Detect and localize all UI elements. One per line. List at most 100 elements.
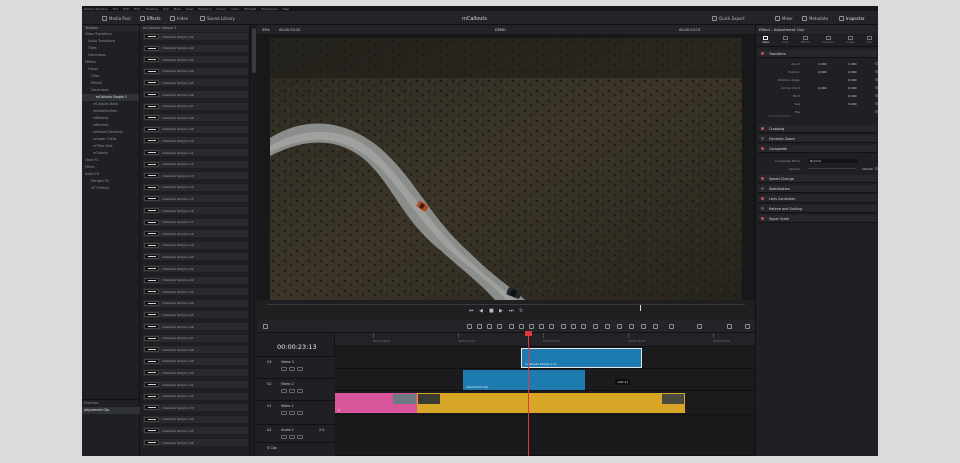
effect-item[interactable]: mCallouts Simple 1.09 [143, 125, 248, 133]
enable-dot[interactable] [761, 52, 764, 55]
timeline-tool-icon[interactable] [549, 324, 554, 329]
timeline-tool-icon[interactable] [605, 324, 610, 329]
clip-v1-yellow[interactable] [417, 393, 685, 413]
effect-item[interactable]: mCallouts Simple 1.14 [143, 183, 248, 191]
effect-item[interactable]: mCallouts Simple 1.07 [143, 102, 248, 110]
effect-item[interactable]: mCallouts Simple 1.30 [143, 369, 248, 377]
effects-scrollbar[interactable] [252, 28, 256, 453]
timeline-tool-icon[interactable] [477, 324, 482, 329]
inspector-section[interactable]: Stabilization [758, 185, 877, 193]
track-control-icon[interactable] [281, 411, 287, 415]
track-control-icon[interactable] [297, 435, 303, 439]
x-value[interactable]: 1.000 [818, 62, 827, 66]
tree-item[interactable]: mCallouts Basic [82, 101, 139, 108]
effect-item[interactable]: mCallouts Simple 1.16 [143, 207, 248, 214]
tree-item[interactable]: Open FX [82, 157, 139, 164]
skip-back-icon[interactable]: ⏮ [469, 309, 474, 314]
inspector-section[interactable]: Speed Change [758, 175, 877, 183]
inspector-tab[interactable]: Audio [781, 35, 789, 44]
sound-library-button[interactable]: Sound Library [200, 14, 235, 22]
menu-item[interactable]: Help [282, 7, 289, 11]
transform-row[interactable]: Anchor Point 0.000 0.000 [758, 84, 878, 91]
timeline-tool-icon[interactable] [487, 324, 492, 329]
timeline-tool-icon[interactable] [745, 324, 750, 329]
tree-item[interactable]: mButtons [82, 115, 139, 122]
effect-item[interactable]: mCallouts Simple 1.04 [143, 67, 248, 75]
timeline-tool-icon[interactable] [697, 324, 702, 329]
effect-item[interactable]: mCallouts Simple 1.17 [143, 218, 248, 226]
track-control-icon[interactable] [281, 435, 287, 439]
menu-item[interactable]: Color [231, 7, 239, 11]
effect-item[interactable]: mCallouts Simple 1.21 [143, 265, 248, 272]
tree-item[interactable]: mLower Thirds [82, 136, 139, 143]
metadata-button[interactable]: Metadata [802, 14, 828, 22]
timeline-tool-icon[interactable] [641, 324, 646, 329]
mixer-button[interactable]: Mixer [775, 14, 793, 22]
inspector-section[interactable]: Lens Correction [758, 195, 877, 203]
timeline-tool-icon[interactable] [467, 324, 472, 329]
tree-item[interactable]: Titles [82, 73, 139, 80]
clip-v3-callout[interactable]: mCallouts Simple 1.13 [521, 348, 642, 368]
transform-row[interactable]: Rotation Angle 0.000 [758, 76, 878, 83]
menu-item[interactable]: Trim [134, 7, 140, 11]
timeline-tool-icon[interactable] [669, 324, 674, 329]
effect-item[interactable]: mCallouts Simple 1.34 [143, 415, 248, 423]
effect-item[interactable]: mCallouts Simple 1.24 [143, 299, 248, 307]
composite-mode-row[interactable]: Composite Mode Normal [758, 157, 877, 164]
tree-item[interactable]: VST Effects [82, 185, 139, 192]
inspector-tab[interactable]: Transition [822, 35, 835, 44]
y-value[interactable]: 1.000 [848, 62, 857, 66]
track-control-icon[interactable] [281, 389, 287, 393]
inspector-tab[interactable]: Image [847, 35, 855, 44]
menu-item[interactable]: File [113, 7, 118, 11]
timeline-tool-icon[interactable] [497, 324, 502, 329]
tree-item[interactable]: mTitles Sets [82, 143, 139, 150]
timeline-tool-icon[interactable] [727, 324, 732, 329]
enable-dot[interactable] [761, 197, 764, 200]
tree-item[interactable]: Filters [82, 164, 139, 171]
effect-item[interactable]: mCallouts Simple 1.32 [143, 392, 248, 400]
opacity-value[interactable]: 100.00 [862, 167, 873, 171]
play-icon[interactable]: ▶ [499, 309, 503, 314]
menu-item[interactable]: DaVinci Resolve [84, 7, 108, 11]
timeline-tool-icon[interactable] [519, 324, 524, 329]
effect-item[interactable]: mCallouts Simple 1.22 [143, 276, 248, 284]
quick-export-button[interactable]: Quick Export [712, 14, 745, 22]
y-value[interactable]: 0.000 [848, 78, 857, 82]
menu-item[interactable]: Workspace [261, 7, 277, 11]
menu-item[interactable]: Fusion [217, 7, 227, 11]
inspector-section[interactable]: Super Scale [758, 215, 877, 223]
scroll-thumb[interactable] [252, 28, 256, 73]
transform-row[interactable]: Pitch 0.000 [758, 92, 878, 99]
track-control-icon[interactable] [297, 367, 303, 371]
effect-item[interactable]: mCallouts Simple 1.33 [143, 404, 248, 412]
tree-item[interactable]: mReveals [82, 122, 139, 129]
effect-item[interactable]: mCallouts Simple 1.12 [143, 160, 248, 168]
x-value[interactable]: 0.000 [818, 86, 827, 90]
effect-item[interactable]: mCallouts Simple 1.08 [143, 114, 248, 122]
tree-item[interactable]: Titles [82, 45, 139, 52]
tree-item[interactable]: Generators [82, 87, 139, 94]
tree-item[interactable]: Audio FX [82, 171, 139, 178]
opacity-slider[interactable] [808, 168, 856, 169]
timeline-ruler[interactable]: 00:00:18:00 00:00:20:00 00:00:22:00 00:00:2… [335, 333, 755, 347]
scrubber[interactable] [267, 304, 745, 311]
playhead[interactable] [525, 331, 532, 456]
tree-item[interactable]: Effects [82, 80, 139, 87]
enable-dot[interactable] [761, 187, 764, 190]
effect-item[interactable]: mCallouts Simple 1.36 [143, 439, 248, 446]
stop-icon[interactable]: ■ [489, 309, 494, 314]
inspector-section[interactable]: Composite [758, 145, 877, 153]
timeline-tool-icon[interactable] [581, 324, 586, 329]
menu-item[interactable]: View [186, 7, 193, 11]
effect-item[interactable]: mCallouts Simple 1.28 [143, 346, 248, 354]
enable-dot[interactable] [761, 217, 764, 220]
effects-button[interactable]: Effects [140, 14, 161, 22]
timeline-tool-icon[interactable] [629, 324, 634, 329]
y-value[interactable]: 0.000 [848, 94, 857, 98]
timeline-tool-icon[interactable] [263, 324, 268, 329]
effect-item[interactable]: mCallouts Simple 1.23 [143, 288, 248, 296]
effect-item[interactable]: mCallouts Simple 1.05 [143, 79, 248, 87]
timeline-tool-icon[interactable] [571, 324, 576, 329]
y-value[interactable]: 0.000 [848, 86, 857, 90]
